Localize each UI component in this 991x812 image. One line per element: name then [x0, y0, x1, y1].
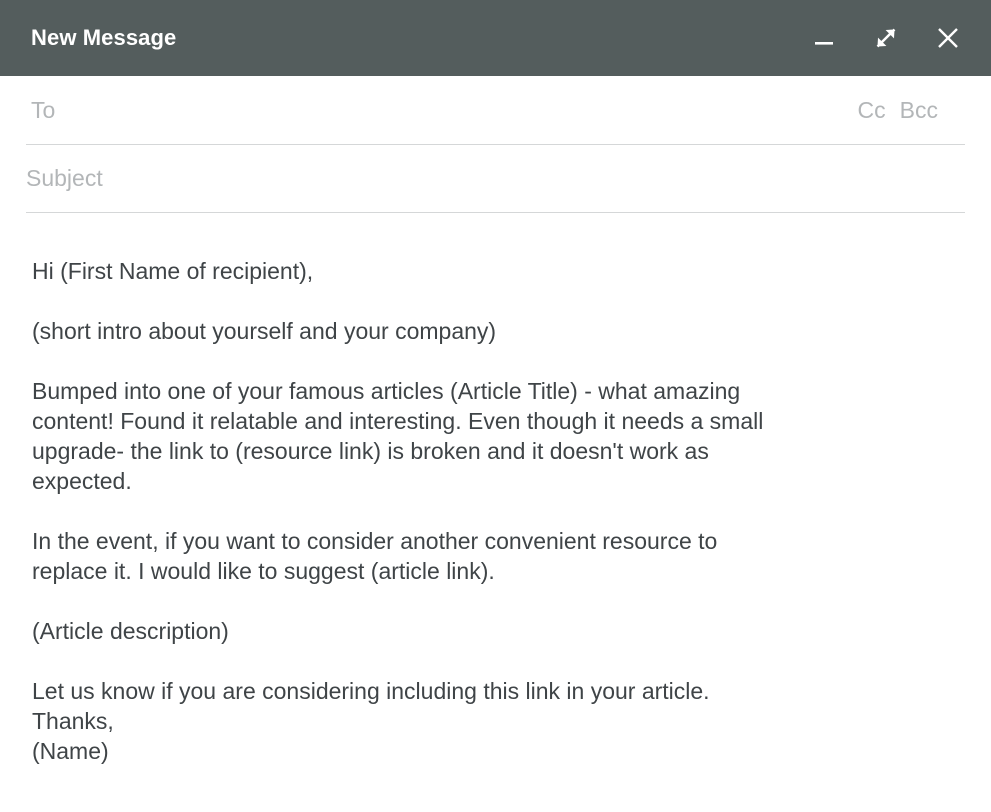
body-paragraph: (short intro about yourself and your com…: [32, 316, 862, 346]
expand-icon: [872, 24, 900, 52]
body-line: (Article description): [32, 616, 862, 646]
subject-field-row[interactable]: Subject: [26, 145, 965, 213]
to-field-placeholder[interactable]: To: [26, 99, 55, 122]
body-line: Let us know if you are considering inclu…: [32, 676, 862, 706]
minimize-button[interactable]: [807, 21, 841, 55]
bcc-button[interactable]: Bcc: [900, 99, 938, 122]
subject-field-placeholder[interactable]: Subject: [26, 167, 103, 190]
body-paragraph: In the event, if you want to consider an…: [32, 526, 862, 586]
close-button[interactable]: [931, 21, 965, 55]
expand-button[interactable]: [869, 21, 903, 55]
message-body-area[interactable]: Hi (First Name of recipient), (short intr…: [0, 213, 991, 812]
minimize-icon: [811, 25, 837, 51]
body-line: upgrade- the link to (resource link) is …: [32, 436, 862, 466]
body-line: Hi (First Name of recipient),: [32, 256, 862, 286]
titlebar-actions: [807, 21, 965, 55]
close-icon: [933, 23, 963, 53]
body-line: Thanks,: [32, 706, 862, 736]
body-line: replace it. I would like to suggest (art…: [32, 556, 862, 586]
body-line: (short intro about yourself and your com…: [32, 316, 862, 346]
cc-bcc-group: Cc Bcc: [858, 99, 965, 122]
compose-fields: To Cc Bcc Subject: [0, 76, 991, 213]
body-line: content! Found it relatable and interest…: [32, 406, 862, 436]
body-line: (Name): [32, 736, 862, 766]
body-paragraph: Let us know if you are considering inclu…: [32, 676, 862, 766]
body-paragraph: Bumped into one of your famous articles …: [32, 376, 862, 496]
body-paragraph: (Article description): [32, 616, 862, 646]
body-line: Bumped into one of your famous articles …: [32, 376, 862, 406]
message-body-text[interactable]: Hi (First Name of recipient), (short intr…: [32, 256, 862, 766]
compose-titlebar: New Message: [0, 0, 991, 76]
to-field-row[interactable]: To Cc Bcc: [26, 76, 965, 145]
body-line: In the event, if you want to consider an…: [32, 526, 862, 556]
compose-window: New Message: [0, 0, 991, 812]
body-line: expected.: [32, 466, 862, 496]
page-title: New Message: [31, 27, 176, 49]
cc-button[interactable]: Cc: [858, 99, 886, 122]
body-paragraph: Hi (First Name of recipient),: [32, 256, 862, 286]
